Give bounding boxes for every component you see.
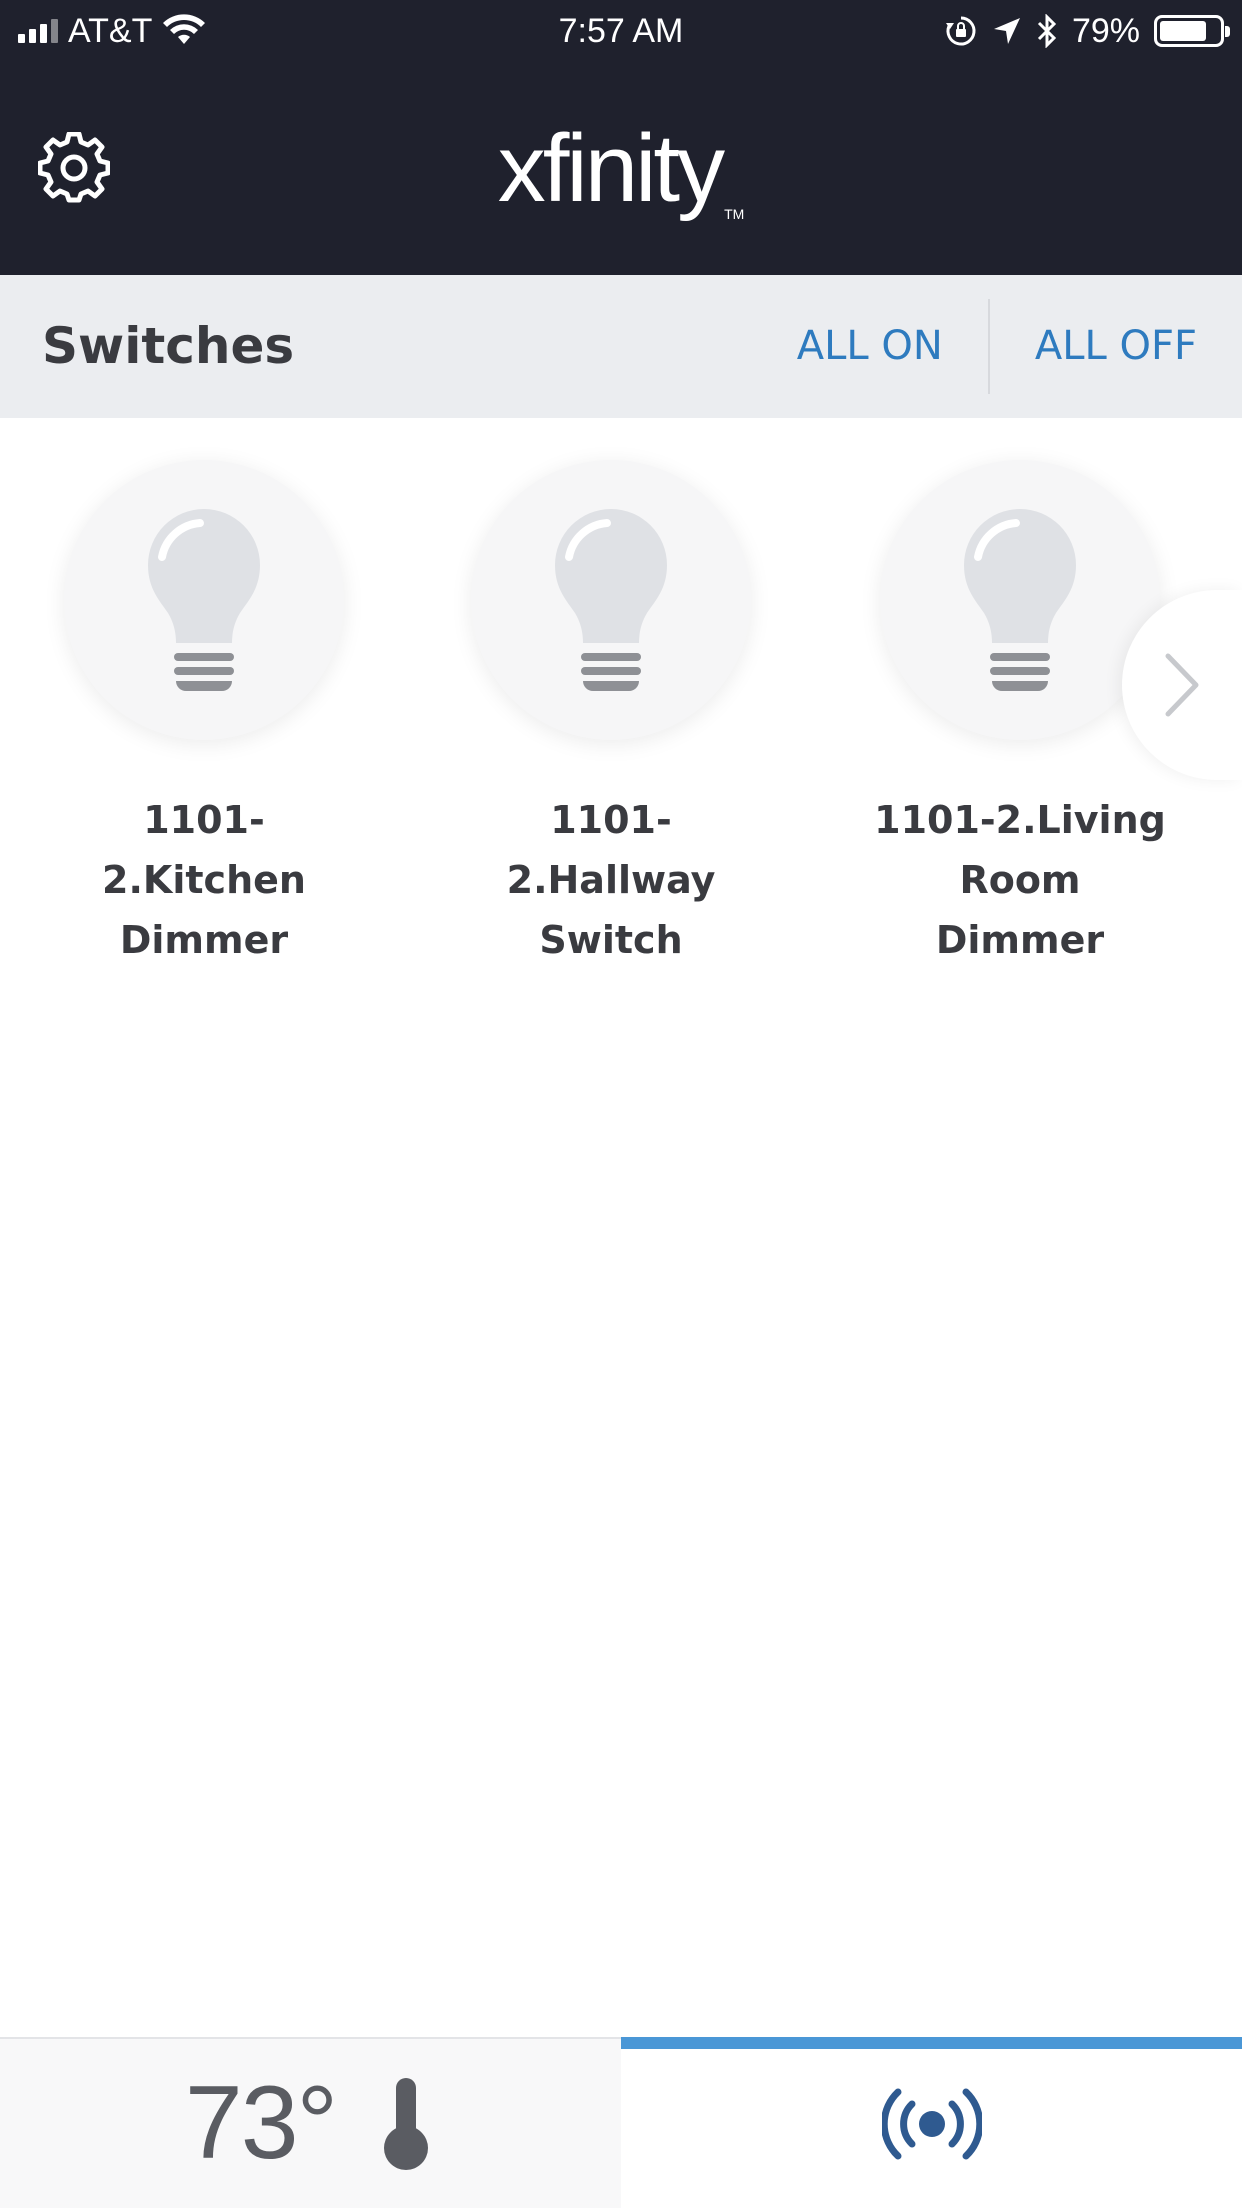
tab-thermostat[interactable]: 73°	[0, 2039, 621, 2208]
section-actions: ALL ON ALL OFF	[752, 275, 1242, 418]
bottom-tab-bar: 73°	[0, 2037, 1242, 2208]
switch-toggle[interactable]	[64, 460, 344, 740]
switch-carousel: 1101-2.Kitchen Dimmer 1101-2.Hallway Swi…	[0, 418, 1242, 962]
switch-card-hallway[interactable]: 1101-2.Hallway Switch	[461, 460, 761, 970]
status-bar: AT&T 7:57 AM 79%	[0, 0, 1242, 62]
rotation-lock-icon	[945, 16, 976, 46]
switch-label: 1101-2.Living Room Dimmer	[874, 798, 1166, 962]
switch-toggle[interactable]	[880, 460, 1160, 740]
switch-card-kitchen[interactable]: 1101-2.Kitchen Dimmer	[54, 460, 354, 970]
section-title: Switches	[42, 317, 295, 375]
xfinity-logo: xfinity TM	[497, 115, 745, 222]
switch-card-living-room[interactable]: 1101-2.Living Room Dimmer	[870, 460, 1170, 970]
light-bulb-icon	[964, 509, 1076, 691]
battery-percent: 79%	[1071, 11, 1140, 50]
switch-toggle[interactable]	[471, 460, 751, 740]
temperature-value: 73°	[184, 2065, 338, 2181]
all-off-button[interactable]: ALL OFF	[990, 275, 1242, 418]
switches-section-header: Switches ALL ON ALL OFF	[0, 275, 1242, 418]
switch-label: 1101-2.Kitchen Dimmer	[102, 798, 306, 962]
battery-icon	[1154, 15, 1230, 47]
status-right: 79%	[944, 10, 1230, 52]
location-icon	[993, 18, 1020, 44]
switch-label: 1101-2.Hallway Switch	[506, 798, 716, 962]
all-on-button[interactable]: ALL ON	[752, 275, 988, 418]
broadcast-icon	[881, 2088, 982, 2159]
tab-security[interactable]	[621, 2039, 1242, 2208]
app-header: xfinity TM	[0, 62, 1242, 275]
chevron-right-icon	[1165, 653, 1199, 717]
bluetooth-icon	[1037, 14, 1057, 48]
light-bulb-icon	[555, 509, 667, 691]
thermometer-icon	[384, 2077, 429, 2170]
light-bulb-icon	[148, 509, 260, 691]
